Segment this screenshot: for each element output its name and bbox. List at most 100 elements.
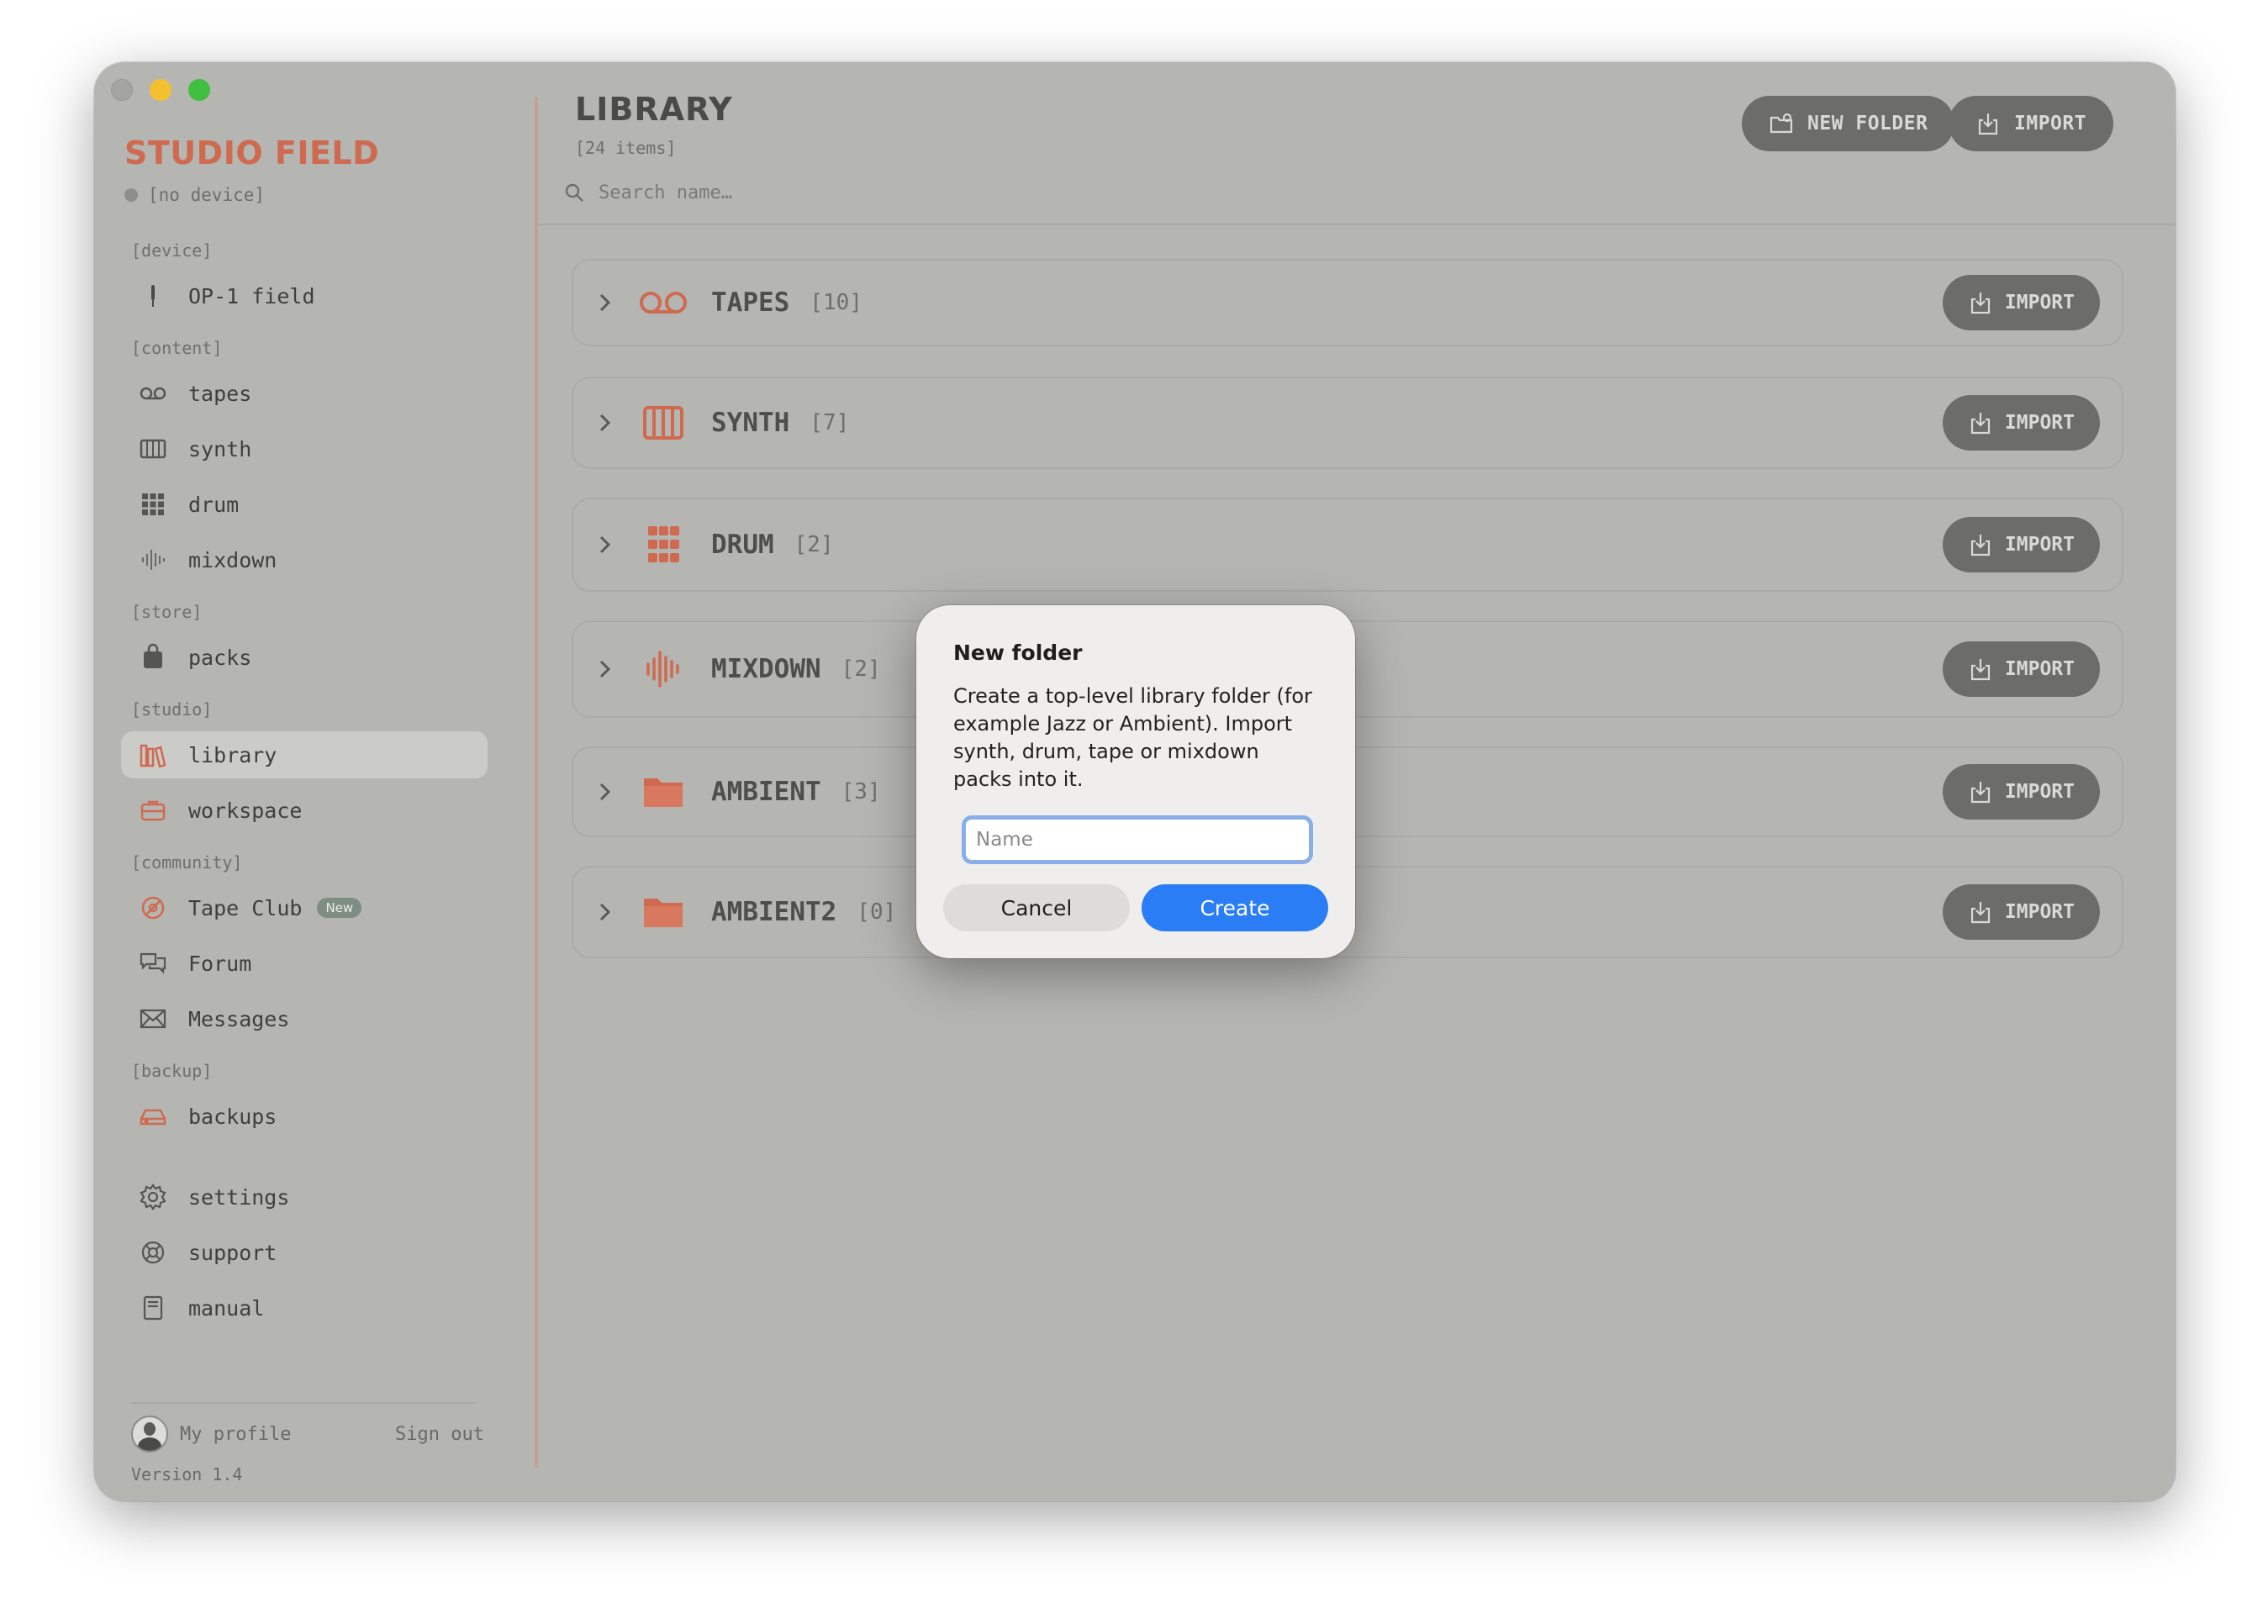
section-device: [device]: [131, 240, 213, 261]
folder-count: [2]: [794, 532, 834, 557]
dialog-title: New folder: [953, 641, 1083, 665]
avatar[interactable]: [131, 1416, 168, 1453]
keyboard-icon: [637, 403, 689, 443]
row-import-button[interactable]: IMPORT: [1942, 275, 2100, 330]
sign-out-link[interactable]: Sign out: [395, 1424, 484, 1445]
import-icon: [1970, 659, 1991, 681]
row-import-label: IMPORT: [2004, 658, 2075, 680]
folder-name: AMBIENT2: [711, 897, 837, 927]
sidebar-item-label: workspace: [188, 798, 303, 823]
folder-name-input[interactable]: [962, 815, 1313, 864]
record-icon: [138, 893, 168, 923]
sidebar-item-label: Forum: [188, 951, 252, 976]
create-button[interactable]: Create: [1142, 884, 1328, 931]
sidebar-item-label: Tape Club: [188, 895, 303, 920]
row-import-button[interactable]: IMPORT: [1942, 641, 2100, 697]
new-folder-button[interactable]: NEW FOLDER: [1742, 96, 1955, 151]
new-folder-label: NEW FOLDER: [1807, 113, 1928, 134]
row-import-label: IMPORT: [2004, 292, 2075, 314]
sidebar-item-forum[interactable]: Forum: [121, 940, 488, 987]
cancel-button[interactable]: Cancel: [943, 884, 1130, 931]
folder-name: DRUM: [711, 530, 774, 560]
sidebar-item-workspace[interactable]: workspace: [121, 787, 488, 834]
chevron-right-icon[interactable]: [593, 411, 617, 435]
folder-name: AMBIENT: [711, 777, 821, 807]
lifebuoy-icon: [138, 1237, 168, 1268]
library-folder-row[interactable]: TAPES [10] IMPORT: [572, 259, 2123, 346]
folder-count: [7]: [810, 410, 850, 435]
row-import-label: IMPORT: [2004, 412, 2075, 434]
sidebar-item-packs[interactable]: packs: [121, 634, 488, 681]
section-community: [community]: [131, 852, 243, 873]
book-icon: [138, 1293, 168, 1323]
folder-icon: [637, 892, 689, 932]
import-icon: [1970, 293, 1991, 314]
sidebar-item-tape-club[interactable]: Tape Club New: [121, 884, 488, 931]
row-import-label: IMPORT: [2004, 781, 2075, 803]
item-count: [24 items]: [575, 138, 677, 158]
waveform-icon: [637, 649, 689, 689]
search-bar[interactable]: Search name…: [563, 182, 732, 203]
folder-name: MIXDOWN: [711, 654, 821, 684]
sidebar-item-manual[interactable]: manual: [121, 1284, 488, 1331]
library-folder-row[interactable]: DRUM [2] IMPORT: [572, 498, 2123, 592]
library-main: LIBRARY [24 items] NEW FOLDER IMPORT Sea…: [538, 62, 2176, 1501]
tape-icon: [637, 282, 689, 323]
new-folder-icon: [1770, 113, 1793, 134]
sidebar-item-label: support: [188, 1240, 277, 1265]
import-icon: [1970, 413, 1991, 435]
section-store: [store]: [131, 602, 203, 622]
sidebar-item-messages[interactable]: Messages: [121, 995, 488, 1042]
gear-icon: [138, 1182, 168, 1212]
chevron-right-icon[interactable]: [593, 533, 617, 556]
drum-grid-icon: [138, 489, 168, 519]
row-import-button[interactable]: IMPORT: [1942, 517, 2100, 572]
chevron-right-icon[interactable]: [593, 780, 617, 804]
new-badge: New: [317, 898, 362, 918]
folder-count: [3]: [841, 779, 881, 804]
library-folder-row[interactable]: SYNTH [7] IMPORT: [572, 377, 2123, 469]
my-profile-link[interactable]: My profile: [180, 1424, 291, 1445]
import-button[interactable]: IMPORT: [1949, 96, 2114, 151]
folder-name: TAPES: [711, 287, 790, 318]
sidebar-item-label: backups: [188, 1104, 277, 1129]
sidebar-item-synth[interactable]: synth: [121, 425, 488, 472]
search-input[interactable]: Search name…: [599, 182, 732, 203]
sidebar-item-label: drum: [188, 492, 240, 517]
folder-name: SYNTH: [711, 408, 790, 438]
waveform-icon: [138, 545, 168, 575]
drum-grid-icon: [637, 525, 689, 565]
sidebar-item-settings[interactable]: settings: [121, 1173, 488, 1221]
sidebar-item-library[interactable]: library: [121, 731, 488, 778]
sidebar-item-label: Messages: [188, 1006, 290, 1031]
row-import-button[interactable]: IMPORT: [1942, 764, 2100, 820]
sidebar-divider: [131, 1402, 476, 1404]
chevron-right-icon[interactable]: [593, 900, 617, 924]
sidebar-item-label: settings: [188, 1184, 290, 1210]
folder-count: [10]: [810, 290, 862, 315]
sidebar-item-tapes[interactable]: tapes: [121, 370, 488, 417]
sidebar-item-op1-field[interactable]: OP-1 field: [121, 272, 488, 319]
chevron-right-icon[interactable]: [593, 291, 617, 314]
brand-logo: STUDIO FIELD: [124, 134, 380, 171]
row-import-button[interactable]: IMPORT: [1942, 395, 2100, 451]
dialog-message: Create a top-level library folder (for e…: [953, 684, 1312, 791]
sidebar-item-mixdown[interactable]: mixdown: [121, 536, 488, 583]
page-title: LIBRARY: [575, 91, 733, 128]
row-import-label: IMPORT: [2004, 901, 2075, 923]
search-icon: [565, 183, 583, 202]
import-icon: [1970, 535, 1991, 556]
bag-icon: [138, 642, 168, 672]
row-import-label: IMPORT: [2004, 534, 2075, 556]
row-import-button[interactable]: IMPORT: [1942, 884, 2100, 940]
section-backup: [backup]: [131, 1061, 213, 1081]
chevron-right-icon[interactable]: [593, 657, 617, 681]
device-icon: [138, 281, 168, 311]
sidebar-item-backups[interactable]: backups: [121, 1093, 488, 1140]
status-dot-icon: [124, 188, 138, 202]
sidebar-item-support[interactable]: support: [121, 1229, 488, 1276]
section-content: [content]: [131, 338, 223, 358]
backup-drive-icon: [138, 1101, 168, 1131]
keyboard-icon: [138, 434, 168, 464]
sidebar-item-drum[interactable]: drum: [121, 481, 488, 528]
